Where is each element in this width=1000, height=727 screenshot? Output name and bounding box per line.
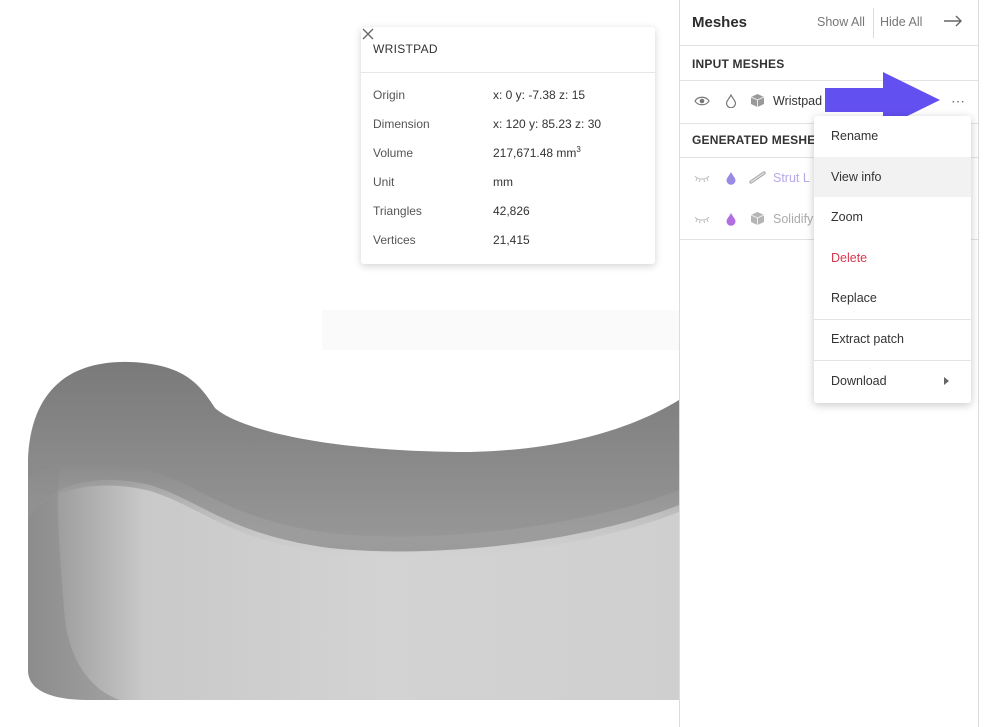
header-divider — [873, 8, 874, 38]
hide-all-button[interactable]: Hide All — [880, 15, 922, 29]
menu-item-delete[interactable]: Delete — [814, 238, 971, 278]
menu-item-label: Replace — [831, 291, 877, 305]
drop-outline-icon[interactable] — [725, 94, 737, 108]
info-label-dimension: Dimension — [373, 117, 430, 131]
info-value-volume: 217,671.48 mm3 — [493, 145, 581, 161]
cube-icon — [750, 212, 765, 225]
eye-closed-icon[interactable] — [694, 173, 710, 183]
mesh-name: Strut L — [773, 171, 810, 185]
panel-title: Meshes — [692, 14, 748, 31]
input-meshes-heading: INPUT MESHES — [692, 57, 785, 71]
info-value-triangles: 42,826 — [493, 204, 530, 218]
info-label-vertices: Vertices — [373, 233, 416, 247]
info-label-unit: Unit — [373, 175, 395, 189]
menu-item-label: Zoom — [831, 210, 863, 224]
generated-meshes-heading: GENERATED MESHES — [692, 133, 824, 147]
info-value-unit: mm — [493, 175, 513, 189]
menu-item-label: Rename — [831, 129, 879, 143]
info-label-volume: Volume — [373, 146, 414, 160]
drop-filled-icon[interactable] — [725, 212, 737, 226]
info-card-title: WRISTPAD — [373, 42, 438, 56]
strut-icon — [749, 171, 766, 184]
cube-icon — [750, 94, 765, 107]
mesh-name: Solidify — [773, 212, 814, 226]
eye-icon[interactable] — [694, 95, 710, 107]
collapse-panel-icon[interactable] — [943, 14, 963, 28]
info-value-dimension: x: 120 y: 85.23 z: 30 — [493, 117, 602, 131]
info-value-vertices: 21,415 — [493, 233, 530, 247]
info-value-origin: x: 0 y: -7.38 z: 15 — [493, 88, 586, 102]
volume-number: 217,671.48 mm — [493, 146, 577, 160]
info-card-header: WRISTPAD — [361, 27, 655, 73]
close-icon[interactable] — [361, 27, 375, 41]
mesh-info-card: WRISTPAD Origin x: 0 y: -7.38 z: 15 Dime… — [361, 27, 655, 264]
more-options-icon[interactable]: ⋯ — [951, 93, 966, 110]
menu-item-label: View info — [831, 170, 882, 184]
submenu-arrow-icon — [944, 377, 949, 385]
mesh-context-menu: Rename View info Zoom Delete Replace Ext… — [814, 116, 971, 403]
menu-item-download[interactable]: Download — [814, 361, 971, 401]
volume-unit-exponent: 3 — [576, 145, 581, 154]
divider — [680, 45, 978, 46]
menu-item-label: Extract patch — [831, 332, 904, 346]
drop-filled-icon[interactable] — [725, 171, 737, 185]
menu-item-extract-patch[interactable]: Extract patch — [814, 319, 971, 359]
menu-item-rename[interactable]: Rename — [814, 116, 971, 156]
menu-item-view-info[interactable]: View info — [814, 157, 971, 197]
menu-item-label: Delete — [831, 251, 868, 265]
info-label-triangles: Triangles — [373, 204, 422, 218]
menu-item-zoom[interactable]: Zoom — [814, 197, 971, 237]
menu-item-replace[interactable]: Replace — [814, 278, 971, 318]
3d-viewport[interactable]: WRISTPAD Origin x: 0 y: -7.38 z: 15 Dime… — [0, 0, 679, 727]
info-label-origin: Origin — [373, 88, 406, 102]
menu-item-label: Download — [831, 374, 887, 388]
show-all-button[interactable]: Show All — [817, 15, 865, 29]
eye-closed-icon[interactable] — [694, 214, 710, 224]
mesh-name: Wristpad — [773, 94, 823, 108]
